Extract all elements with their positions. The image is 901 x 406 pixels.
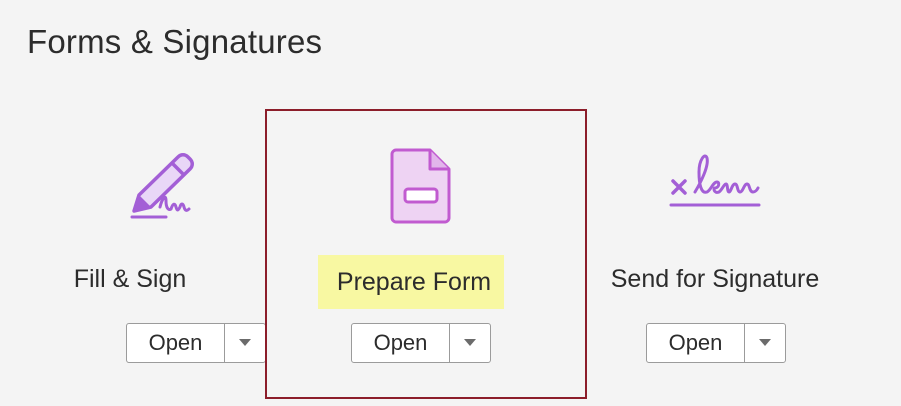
send-for-signature-open-split-button[interactable]: Open: [646, 323, 786, 363]
tool-send-for-signature[interactable]: Send for Signature Open: [585, 130, 845, 380]
prepare-form-label: Prepare Form: [317, 255, 505, 309]
send-for-signature-icon[interactable]: [667, 152, 763, 212]
prepare-form-dropdown-button[interactable]: [450, 324, 490, 362]
chevron-down-icon: [464, 339, 476, 346]
prepare-form-open-button[interactable]: Open: [352, 324, 450, 362]
forms-signatures-panel: Forms & Signatures Fill & Sign Open Prep…: [0, 0, 901, 406]
tool-label: Send for Signature: [585, 262, 845, 296]
send-for-signature-label: Send for Signature: [610, 265, 820, 293]
fill-sign-label: Fill & Sign: [73, 265, 187, 293]
fill-sign-open-button[interactable]: Open: [127, 324, 225, 362]
send-for-signature-open-button[interactable]: Open: [647, 324, 745, 362]
fill-sign-open-split-button[interactable]: Open: [126, 323, 266, 363]
chevron-down-icon: [759, 339, 771, 346]
tool-fill-sign[interactable]: Fill & Sign Open: [0, 130, 266, 380]
fill-sign-dropdown-button[interactable]: [225, 324, 265, 362]
tool-label: Prepare Form: [271, 255, 551, 309]
fill-sign-pen-icon[interactable]: [122, 145, 202, 225]
chevron-down-icon: [239, 339, 251, 346]
prepare-form-open-split-button[interactable]: Open: [351, 323, 491, 363]
prepare-form-document-icon[interactable]: [390, 148, 452, 224]
send-for-signature-dropdown-button[interactable]: [745, 324, 785, 362]
tool-prepare-form[interactable]: Prepare Form Open: [291, 130, 551, 380]
section-title: Forms & Signatures: [27, 23, 323, 60]
tool-label: Fill & Sign: [0, 262, 260, 296]
